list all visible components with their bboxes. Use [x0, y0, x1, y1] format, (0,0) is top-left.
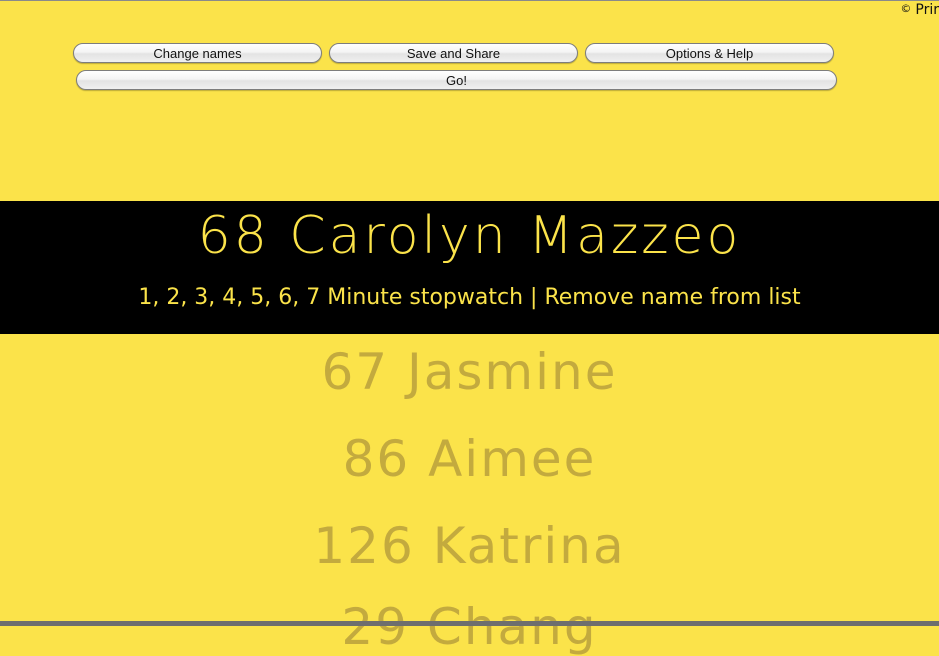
- window-bottom-bar: [0, 621, 939, 626]
- save-and-share-button[interactable]: Save and Share: [329, 43, 578, 63]
- change-names-button[interactable]: Change names: [73, 43, 322, 63]
- current-name: 68 Carolyn Mazzeo: [197, 206, 742, 266]
- queue-item: 29 Chang: [341, 598, 598, 656]
- stopwatch-label: Minute stopwatch: [327, 285, 524, 310]
- copyright-notice: © Prir: [900, 2, 939, 18]
- copyright-text: Prir: [915, 2, 939, 18]
- queue-item: 126 Katrina: [313, 517, 626, 575]
- queue-item: 67 Jasmine: [321, 343, 618, 401]
- queue-item: 86 Aimee: [342, 430, 597, 488]
- go-button[interactable]: Go!: [76, 70, 837, 90]
- current-actions: 1, 2, 3, 4, 5, 6, 7 Minute stopwatch | R…: [0, 285, 939, 310]
- remove-name-link[interactable]: Remove name from list: [544, 285, 800, 310]
- copyright-symbol: ©: [900, 2, 912, 15]
- top-border: [0, 0, 939, 1]
- stopwatch-numbers-link[interactable]: 1, 2, 3, 4, 5, 6, 7: [138, 285, 320, 310]
- actions-separator: |: [530, 285, 538, 310]
- options-help-button[interactable]: Options & Help: [585, 43, 834, 63]
